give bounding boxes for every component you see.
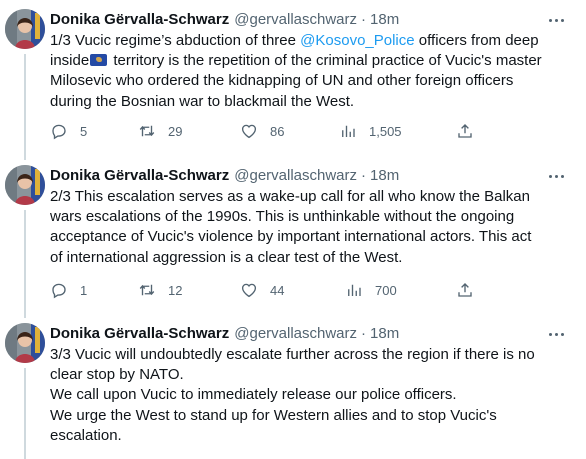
tweet-line: 2/3 This escalation serves as a wake-up … xyxy=(50,188,530,205)
reply-count: 5 xyxy=(80,123,88,139)
views-button[interactable]: 700 xyxy=(345,281,397,299)
tweet-line: 3/3 Vucic will undoubtedly escalate furt… xyxy=(50,346,535,363)
share-icon xyxy=(458,283,472,297)
tweet-line: during the Bosnian war to blackmail the … xyxy=(50,92,355,110)
tweet-line: We urge the West to stand up for Western… xyxy=(50,406,497,424)
avatar[interactable] xyxy=(5,323,45,363)
reply-count: 1 xyxy=(80,282,88,298)
author-handle[interactable]: @gervallaschwarz xyxy=(234,167,357,184)
tweet-actions: 1 12 44 700 xyxy=(50,281,480,301)
tweet-text: 1/3 Vucic regime’s abduction of three @K… xyxy=(50,31,570,112)
text-segment: officers from deep xyxy=(414,32,539,49)
tweet-line: wars escalations of the 1990s. This is u… xyxy=(50,208,515,226)
avatar-image xyxy=(5,323,45,363)
tweet-actions: 5 29 86 1,505 xyxy=(50,122,480,142)
retweet-count: 12 xyxy=(168,282,183,298)
like-icon xyxy=(241,124,257,139)
tweet-line: 1/3 Vucic regime’s abduction of three @K… xyxy=(50,31,570,51)
separator-dot: · xyxy=(361,10,367,28)
kosovo-flag-icon xyxy=(90,54,108,67)
views-count: 700 xyxy=(375,282,397,298)
retweet-button[interactable]: 29 xyxy=(138,122,182,140)
thread-connector xyxy=(24,54,26,160)
tweet-line: clear stop by NATO. xyxy=(50,366,184,384)
retweet-count: 29 xyxy=(168,123,183,139)
reply-icon xyxy=(52,283,66,299)
tweet-header: Donika Gërvalla-Schwarz @gervallaschwarz… xyxy=(50,165,399,185)
share-icon xyxy=(458,124,472,138)
retweet-icon xyxy=(139,284,155,296)
more-icon[interactable] xyxy=(544,12,568,28)
mention-link[interactable]: @Kosovo_Police xyxy=(300,32,414,49)
avatar-image xyxy=(5,9,45,49)
tweet-text: 3/3 Vucic will undoubtedly escalate furt… xyxy=(50,345,570,446)
tweet-3[interactable]: Donika Gërvalla-Schwarz @gervallaschwarz… xyxy=(0,318,586,459)
timestamp[interactable]: 18m xyxy=(370,11,399,28)
text-segment: inside xyxy=(50,52,90,70)
reply-button[interactable]: 1 xyxy=(50,281,87,299)
tweet-2[interactable]: Donika Gërvalla-Schwarz @gervallaschwarz… xyxy=(0,160,586,318)
tweet-line: We call upon Vucic to immediately releas… xyxy=(50,386,457,404)
tweet-line: of international aggression is a clear t… xyxy=(50,248,403,266)
tweet-line: acceptance of Vucic's violence by import… xyxy=(50,228,532,246)
text-segment: 1/3 Vucic regime’s abduction of three xyxy=(50,32,301,49)
like-button[interactable]: 44 xyxy=(240,281,284,299)
like-count: 86 xyxy=(270,123,285,139)
author-handle[interactable]: @gervallaschwarz xyxy=(234,11,357,28)
like-icon xyxy=(241,283,257,298)
reply-button[interactable]: 5 xyxy=(50,122,87,140)
avatar[interactable] xyxy=(5,9,45,49)
tweet-header: Donika Gërvalla-Schwarz @gervallaschwarz… xyxy=(50,9,399,29)
views-icon xyxy=(342,125,355,137)
tweet-line: Milosevic who ordered the kidnapping of … xyxy=(50,72,514,90)
share-button[interactable] xyxy=(456,122,474,140)
avatar-image xyxy=(5,165,45,205)
views-icon xyxy=(348,284,361,296)
like-count: 44 xyxy=(270,282,285,298)
views-count: 1,505 xyxy=(369,123,402,139)
timestamp[interactable]: 18m xyxy=(370,167,399,184)
tweet-1[interactable]: Donika Gërvalla-Schwarz @gervallaschwarz… xyxy=(0,4,586,160)
retweet-button[interactable]: 12 xyxy=(138,281,182,299)
tweet-text: 2/3 This escalation serves as a wake-up … xyxy=(50,187,570,268)
thread-connector xyxy=(24,210,26,318)
tweet-header: Donika Gërvalla-Schwarz @gervallaschwarz… xyxy=(50,323,399,343)
more-icon[interactable] xyxy=(544,326,568,342)
retweet-icon xyxy=(139,125,155,137)
text-segment: territory is the repetition of the crimi… xyxy=(109,52,542,70)
author-name[interactable]: Donika Gërvalla-Schwarz xyxy=(50,325,229,342)
avatar[interactable] xyxy=(5,165,45,205)
reply-icon xyxy=(52,124,66,140)
separator-dot: · xyxy=(361,166,367,184)
views-button[interactable]: 1,505 xyxy=(339,122,402,140)
author-handle[interactable]: @gervallaschwarz xyxy=(234,325,357,342)
thread-connector xyxy=(24,368,26,459)
timestamp[interactable]: 18m xyxy=(370,325,399,342)
like-button[interactable]: 86 xyxy=(240,122,284,140)
tweet-thread: Donika Gërvalla-Schwarz @gervallaschwarz… xyxy=(0,0,586,459)
author-name[interactable]: Donika Gërvalla-Schwarz xyxy=(50,167,229,184)
more-icon[interactable] xyxy=(544,168,568,184)
separator-dot: · xyxy=(361,324,367,342)
tweet-line: escalation. xyxy=(50,426,122,444)
share-button[interactable] xyxy=(456,281,474,299)
tweet-line: inside territory is the repetition of th… xyxy=(50,51,570,71)
author-name[interactable]: Donika Gërvalla-Schwarz xyxy=(50,11,229,28)
